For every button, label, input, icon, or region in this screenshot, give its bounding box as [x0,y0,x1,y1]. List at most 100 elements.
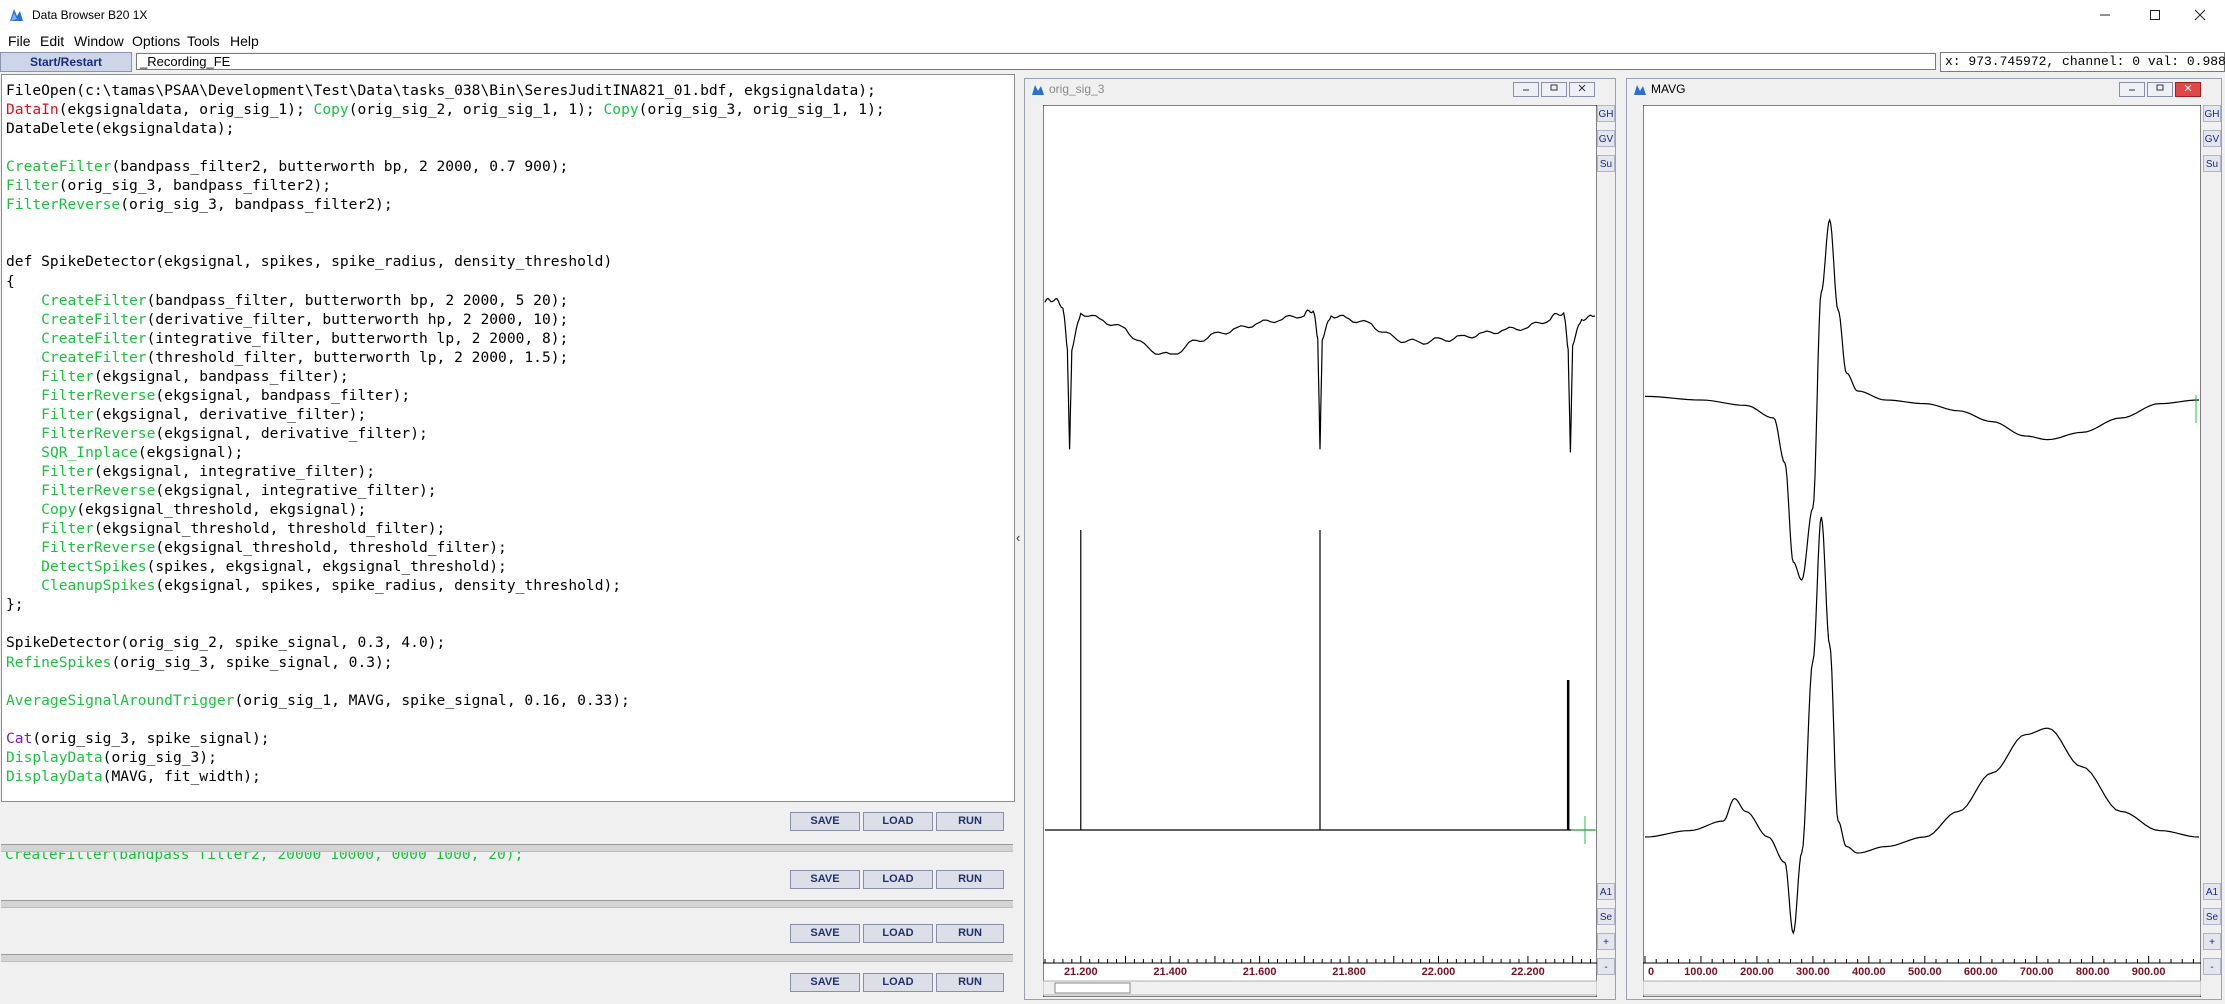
menu-tools[interactable]: Tools [187,33,220,49]
code-line: Filter(ekgsignal_threshold, threshold_fi… [6,519,445,538]
side-button-gv[interactable]: GV [2203,130,2221,147]
code-text-token: (MAVG, fit_width); [102,767,261,785]
run-button[interactable]: RUN [936,973,1004,992]
menu-options[interactable]: Options [132,33,180,49]
close-icon [1578,84,1586,92]
code-line: CreateFilter(bandpass_filter, butterwort… [6,291,568,310]
save-button[interactable]: SAVE [790,973,860,992]
load-button[interactable]: LOAD [863,870,933,889]
x-tick-label: 700.00 [2020,966,2054,978]
panel-2-editor[interactable]: CreateFilter(bandpass_filter2, 20000 100… [1,852,1013,862]
close-button[interactable] [2175,0,2225,30]
code-line: CreateFilter(threshold_filter, butterwor… [6,348,568,367]
code-line: FilterReverse(orig_sig_3, bandpass_filte… [6,195,393,214]
plot-area-orig-sig-3[interactable]: 21.200 21.400 21.600 21.800 22.000 22.200 [1043,105,1597,997]
side-button-gh[interactable]: GH [1597,105,1615,122]
code-text-token: (integrative_filter, butterworth lp, 2 2… [146,329,569,347]
restore-icon [2156,84,2164,91]
side-button-zoom-out[interactable]: - [1597,958,1615,975]
cursor-readout: x: 973.745972, channel: 0 val: 0.988909 [1940,52,2225,72]
code-text-token: (ekgsignal_threshold, ekgsignal); [76,501,367,519]
code-function-token: Filter [41,405,94,423]
run-button[interactable]: RUN [936,812,1004,831]
title-bar: Data Browser B20 1X [0,0,2225,30]
script-editor[interactable]: FileOpen(c:\tamas\PSAA\Development\Test\… [1,74,1015,802]
load-button[interactable]: LOAD [863,812,933,831]
plot-window-title-bar[interactable]: MAVG [1627,79,2221,99]
code-line: FilterReverse(ekgsignal, bandpass_filter… [6,386,410,405]
plot-window-title-bar[interactable]: orig_sig_3 [1025,79,1615,99]
x-tick-label: 21.800 [1332,966,1366,978]
load-button[interactable]: LOAD [863,973,933,992]
side-button-zoom-in[interactable]: + [1597,933,1615,950]
menu-help[interactable]: Help [230,33,259,49]
code-text-token: (orig_sig_3, bandpass_filter2); [58,177,332,195]
recording-name-field[interactable]: _Recording_FE [136,53,1936,70]
maximize-button[interactable] [2130,0,2180,30]
x-tick-label: 600.00 [1964,966,1998,978]
code-line: CreateFilter(integrative_filter, butterw… [6,329,568,348]
side-button-su[interactable]: Su [2203,155,2221,172]
side-button-zoom-in[interactable]: + [2203,933,2221,950]
side-button-gv[interactable]: GV [1597,130,1615,147]
run-button[interactable]: RUN [936,924,1004,943]
side-button-se[interactable]: Se [1597,908,1615,925]
plot-minimize-button[interactable] [1513,82,1539,97]
plot-restore-button[interactable] [2147,82,2173,97]
code-text-token: (ekgsignal, derivative_filter); [93,405,367,423]
code-function-token: FilterReverse [41,386,156,404]
code-text-token: (orig_sig_3, orig_sig_1, 1); [638,101,885,119]
code-function-token: DisplayData [6,767,103,785]
save-button[interactable]: SAVE [790,924,860,943]
code-line: AverageSignalAroundTrigger(orig_sig_1, M… [6,691,630,710]
code-function-token: DataIn [6,101,59,119]
code-line: CleanupSpikes(ekgsignal, spikes, spike_r… [6,576,621,595]
plot-minimize-button[interactable] [2119,82,2145,97]
side-button-su[interactable]: Su [1597,155,1615,172]
code-function-token: FilterReverse [6,196,121,214]
plot-restore-button[interactable] [1541,82,1567,97]
plot-close-button[interactable] [2175,82,2201,97]
side-button-a1[interactable]: A1 [1597,883,1615,900]
menu-edit[interactable]: Edit [40,33,64,49]
save-button[interactable]: SAVE [790,812,860,831]
plot-close-button[interactable] [1569,82,1595,97]
code-text-token: def SpikeDetector(ekgsignal, spikes, spi… [6,253,613,271]
panel-splitter[interactable] [1,844,1013,852]
code-text-token: }; [6,596,24,614]
run-button[interactable]: RUN [936,870,1004,889]
code-line: CreateFilter(bandpass_filter2, butterwor… [6,157,568,176]
panel-splitter[interactable] [1,954,1013,962]
side-button-a1[interactable]: A1 [2203,883,2221,900]
code-function-token: Copy [41,501,77,519]
x-tick-label: 200.00 [1740,966,1774,978]
code-function-token: CreateFilter [41,329,147,347]
code-text-token: (spikes, ekgsignal, ekgsignal_threshold)… [146,558,507,576]
code-function-token: Filter [41,463,94,480]
save-button[interactable]: SAVE [790,870,860,889]
code-line: { [6,272,15,291]
close-icon [2194,9,2206,21]
panel-splitter[interactable] [1,900,1013,908]
code-text-token: (ekgsignal, integrative_filter); [93,463,376,480]
collapse-left-icon[interactable]: ‹ [1016,530,1020,545]
minimize-button[interactable] [2080,0,2130,30]
menu-file[interactable]: File [8,33,31,49]
code-text-token: (orig_sig_3); [102,748,217,766]
code-text-token: DataDelete(ekgsignaldata); [6,120,235,138]
start-restart-button[interactable]: Start/Restart [0,52,132,72]
code-text-token: FileOpen(c:\tamas\PSAA\Development\Test\… [6,82,876,99]
side-button-zoom-out[interactable]: - [2203,958,2221,975]
side-button-gh[interactable]: GH [2203,105,2221,122]
menu-window[interactable]: Window [74,33,124,49]
plot-area-mavg[interactable]: 0 100.00 200.00 300.00 400.00 500.00 600.00 700… [1643,105,2201,997]
code-function-token: CreateFilter [41,291,147,309]
code-line: DisplayData(MAVG, fit_width); [6,767,261,786]
load-button[interactable]: LOAD [863,924,933,943]
plot-window-title: orig_sig_3 [1049,82,1105,96]
side-button-se[interactable]: Se [2203,908,2221,925]
code-text-token: (ekgsignal, bandpass_filter); [93,367,349,385]
